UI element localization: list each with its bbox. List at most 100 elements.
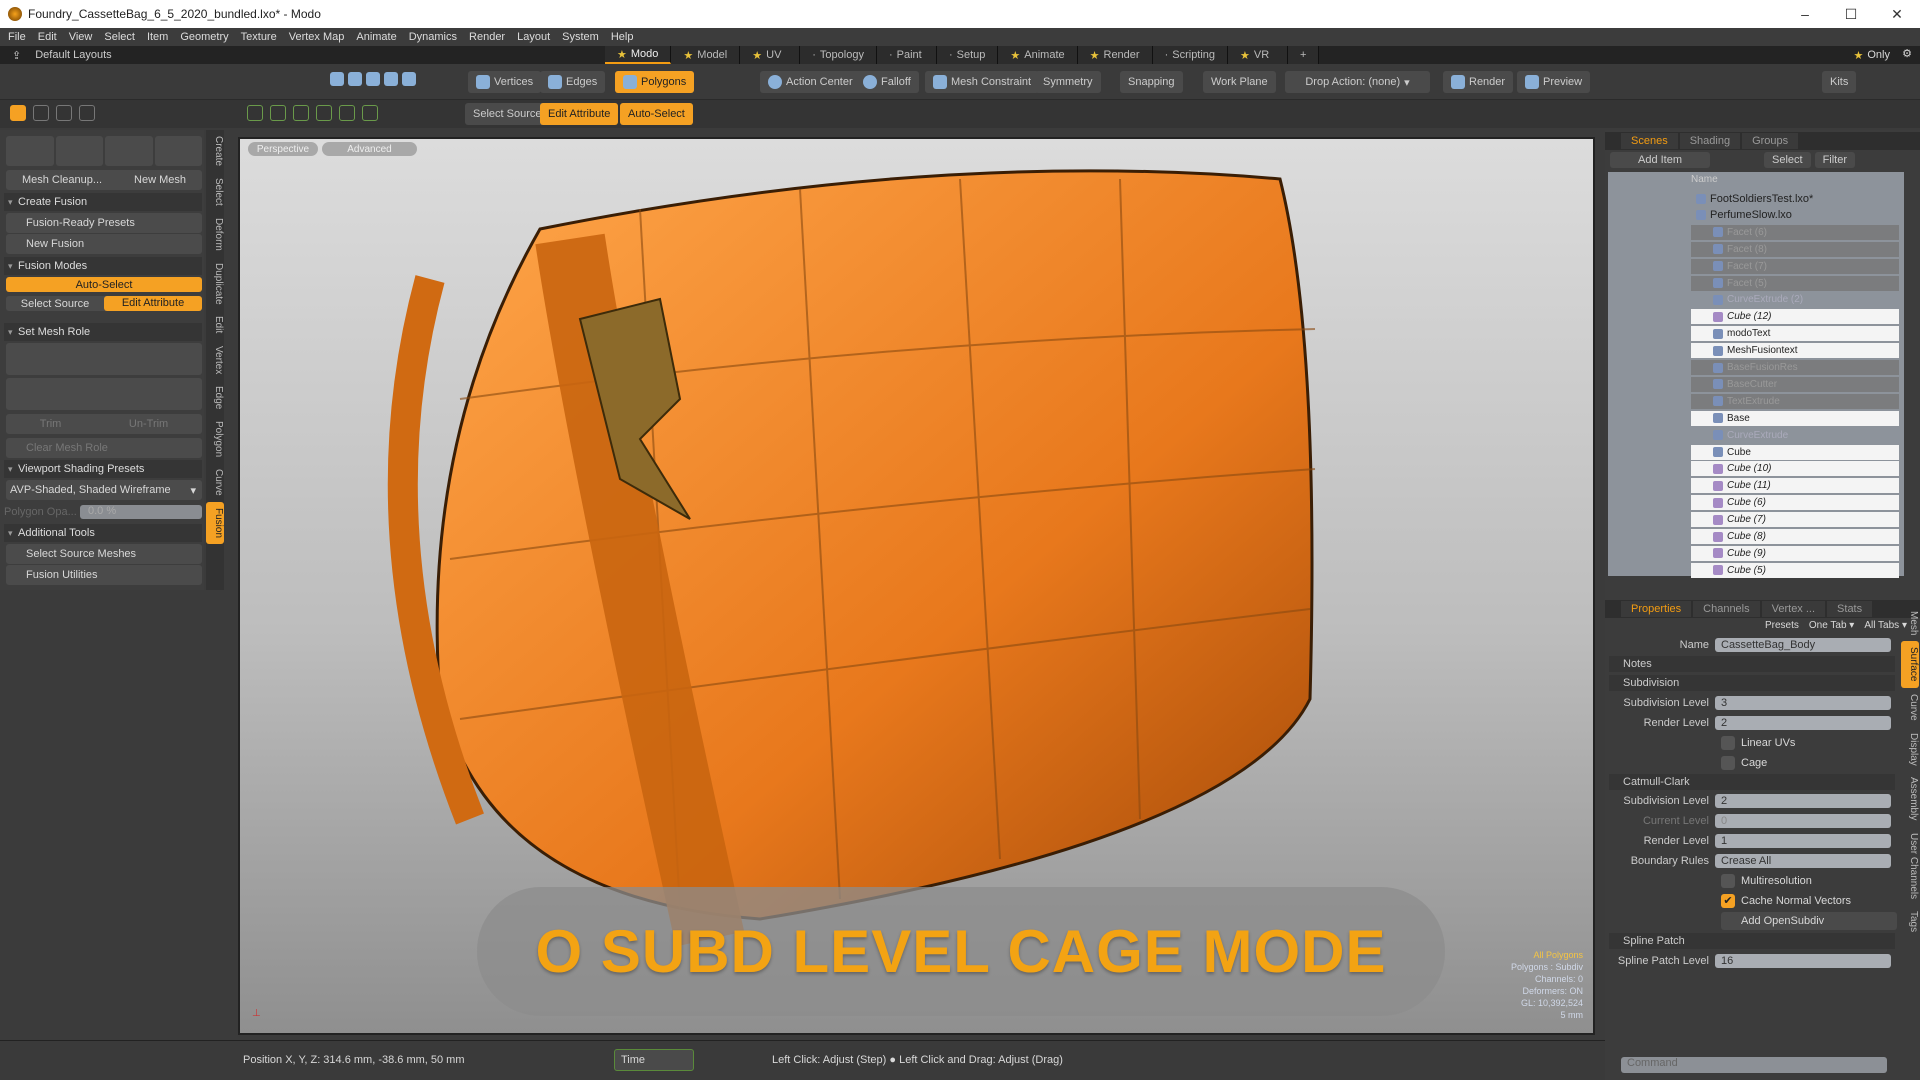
vtab-edge[interactable]: Edge [206, 380, 224, 415]
un-trim-button[interactable]: Un-Trim [129, 418, 168, 430]
move-icon[interactable] [10, 105, 26, 121]
polygons-button[interactable]: Polygons [615, 71, 695, 93]
edit-attribute-button[interactable]: Edit Attribute [540, 103, 619, 125]
scene-item[interactable]: Base [1691, 410, 1899, 426]
notes-header[interactable]: Notes [1609, 656, 1895, 672]
layout-tab-model[interactable]: ★ Model [671, 46, 741, 64]
scene-item[interactable]: Cube (11) [1691, 478, 1899, 494]
layout-tab-uv[interactable]: ★ UV [740, 46, 801, 64]
layouts-icon[interactable]: ⇪ [12, 49, 21, 62]
clear-mesh-role-button[interactable]: Clear Mesh Role [6, 438, 202, 458]
tab-channels[interactable]: Channels [1693, 601, 1760, 617]
snapping-button[interactable]: Snapping [1120, 71, 1183, 93]
menu-item-select[interactable]: Select [104, 31, 135, 43]
layout-tab-paint[interactable]: · Paint [876, 46, 937, 64]
fusion-utilities-button[interactable]: Fusion Utilities [6, 565, 202, 585]
menu-item-texture[interactable]: Texture [241, 31, 277, 43]
menu-item-help[interactable]: Help [611, 31, 634, 43]
cc-render-level-field[interactable]: 1 [1715, 834, 1891, 848]
vtab-polygon[interactable]: Polygon [206, 415, 224, 463]
add-opensubdiv-button[interactable]: Add OpenSubdiv [1721, 912, 1897, 930]
work-plane-button[interactable]: Work Plane [1203, 71, 1276, 93]
fusion-modes-header[interactable]: Fusion Modes [4, 257, 202, 275]
mesh-tool-icon[interactable] [316, 105, 332, 121]
vtab-create[interactable]: Create [206, 130, 224, 172]
vtab-select[interactable]: Select [206, 172, 224, 212]
menu-item-file[interactable]: File [8, 31, 26, 43]
presets-button[interactable]: Presets [1765, 620, 1799, 631]
side-tab-surface[interactable]: Surface [1901, 641, 1919, 688]
fusion-ready-presets-button[interactable]: Fusion-Ready Presets [6, 213, 202, 233]
layout-tab-modo[interactable]: ★ Modo [605, 46, 672, 64]
transform-icon[interactable] [79, 105, 95, 121]
menu-item-dynamics[interactable]: Dynamics [409, 31, 457, 43]
menu-item-item[interactable]: Item [147, 31, 168, 43]
symmetry-button[interactable]: Symmetry [1035, 71, 1101, 93]
side-tab-assembly[interactable]: Assembly [1901, 771, 1919, 826]
tab-shading[interactable]: Shading [1679, 133, 1741, 149]
cc-subdiv-level-field[interactable]: 2 [1715, 794, 1891, 808]
trim-button[interactable]: Trim [40, 418, 62, 430]
vtab-fusion[interactable]: Fusion [206, 502, 224, 545]
tab-properties[interactable]: Properties [1621, 601, 1692, 617]
maximize-button[interactable]: ☐ [1828, 0, 1874, 28]
subdiv-level-field[interactable]: 3 [1715, 696, 1891, 710]
transform-gizmo-icon[interactable] [6, 136, 54, 166]
mesh-tool-icon[interactable] [362, 105, 378, 121]
auto-select-button[interactable]: Auto-Select [6, 277, 202, 292]
material-icon[interactable] [402, 72, 416, 86]
drop-action-dropdown[interactable]: Drop Action: (none) ▾ [1285, 71, 1430, 93]
side-tab-user-channels[interactable]: User Channels [1901, 827, 1919, 905]
cache-normals-checkbox[interactable]: ✔ [1721, 894, 1735, 908]
multiresolution-checkbox[interactable] [1721, 874, 1735, 888]
scene-item[interactable]: BaseFusionRes [1691, 360, 1899, 375]
layout-tab-scripting[interactable]: · Scripting [1152, 46, 1229, 64]
scene-item[interactable]: Cube (7) [1691, 512, 1899, 528]
vtab-curve[interactable]: Curve [206, 463, 224, 502]
scene-item[interactable]: BaseCutter [1691, 376, 1899, 392]
rotate-icon[interactable] [33, 105, 49, 121]
close-button[interactable]: ✕ [1874, 0, 1920, 28]
minimize-button[interactable]: – [1782, 0, 1828, 28]
add-layout-tab-button[interactable]: + [1288, 46, 1320, 64]
scene-item[interactable]: CurveExtrude (2) [1691, 292, 1899, 307]
kits-button[interactable]: Kits [1822, 71, 1857, 93]
viewport-shading-header[interactable]: Viewport Shading Presets [4, 460, 202, 478]
mesh-tool-icon[interactable] [339, 105, 355, 121]
lasso-icon[interactable] [366, 72, 380, 86]
scene-file-item[interactable]: FootSoldiersTest.lxo* [1678, 191, 1886, 206]
action-center-button[interactable]: Action Center [760, 71, 861, 93]
create-fusion-header[interactable]: Create Fusion [4, 193, 202, 211]
side-tab-curve[interactable]: Curve [1901, 688, 1919, 727]
mesh-tool-icon[interactable] [247, 105, 263, 121]
scene-item[interactable]: MeshFusiontext [1691, 343, 1899, 359]
time-button[interactable]: Time [614, 1049, 694, 1071]
scene-item[interactable]: Cube (6) [1691, 495, 1899, 511]
vtab-vertex[interactable]: Vertex [206, 340, 224, 380]
scene-item[interactable]: Facet (7) [1691, 258, 1899, 274]
preview-button[interactable]: Preview [1517, 71, 1591, 93]
menu-item-geometry[interactable]: Geometry [180, 31, 228, 43]
mesh-role-add-icons[interactable] [6, 343, 202, 375]
boundary-rules-dropdown[interactable]: Crease All [1715, 854, 1891, 868]
mesh-tool-icon[interactable] [293, 105, 309, 121]
select-source-meshes-button[interactable]: Select Source Meshes [6, 544, 202, 564]
select-icon[interactable] [348, 72, 362, 86]
menu-item-edit[interactable]: Edit [38, 31, 57, 43]
cage-checkbox[interactable] [1721, 756, 1735, 770]
edges-button[interactable]: Edges [540, 71, 606, 93]
move-gizmo-icon[interactable] [55, 136, 103, 166]
select-button[interactable]: Select [1764, 152, 1811, 168]
scene-item[interactable]: Cube (12) [1691, 309, 1899, 325]
select-source-button[interactable]: Select Source [6, 298, 104, 310]
side-tab-tags[interactable]: Tags [1901, 905, 1919, 938]
falloff-button[interactable]: Falloff [855, 71, 919, 93]
rotate-gizmo-icon[interactable] [105, 136, 153, 166]
select-source-button[interactable]: Select Source [465, 103, 550, 125]
menu-item-vertex-map[interactable]: Vertex Map [289, 31, 345, 43]
polygon-opacity-slider[interactable]: 0.0 % [80, 505, 202, 519]
scene-item[interactable]: TextExtrude [1691, 393, 1899, 409]
layout-tab-setup[interactable]: · Setup [936, 46, 999, 64]
scene-item[interactable]: Cube [1691, 444, 1899, 460]
tab-scenes[interactable]: Scenes [1621, 133, 1678, 149]
